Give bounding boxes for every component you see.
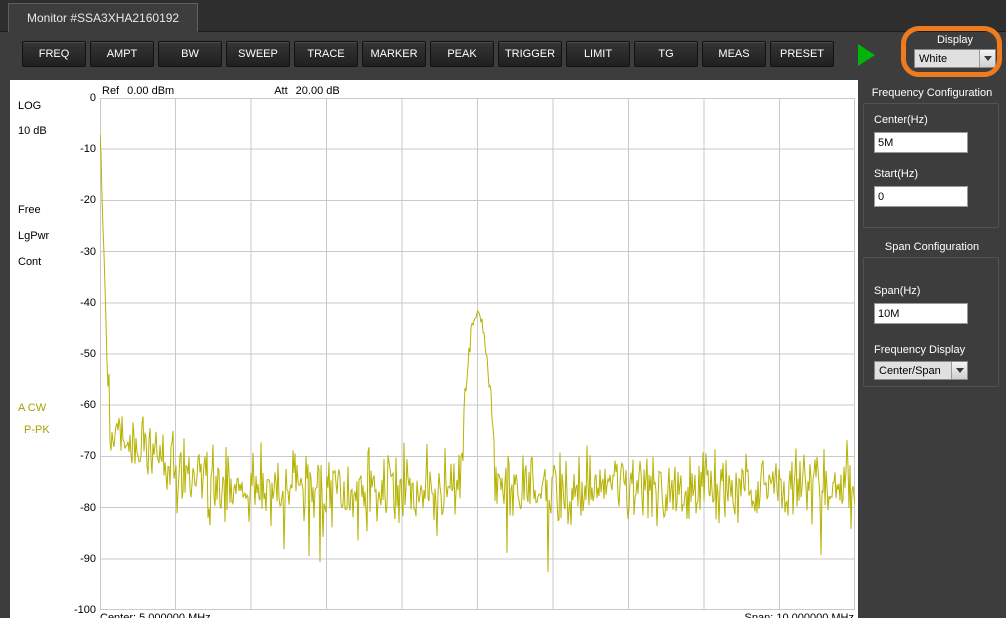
window-tab-title: Monitor #SSA3XHA2160192	[27, 11, 180, 25]
y-axis-tick-label: -60	[80, 399, 96, 412]
toolbar-button-tg[interactable]: TG	[634, 41, 698, 67]
frequency-display-label: Frequency Display	[874, 344, 966, 356]
center-frequency-label: Center(Hz)	[874, 114, 928, 126]
run-button[interactable]	[858, 43, 882, 67]
toolbar-button-limit[interactable]: LIMIT	[566, 41, 630, 67]
y-axis-tick-label: 0	[89, 92, 96, 104]
play-icon	[858, 44, 875, 66]
toolbar-button-peak[interactable]: PEAK	[430, 41, 494, 67]
start-frequency-input[interactable]	[874, 186, 968, 207]
span-group-box: Span(Hz) Frequency Display Center/Span	[863, 257, 999, 387]
y-axis-tick-label: -50	[80, 348, 96, 360]
y-axis-tick-label: -10	[80, 143, 96, 156]
display-select[interactable]: White	[914, 49, 996, 68]
graticule-grid	[100, 98, 855, 610]
y-axis-tick-label: -20	[80, 194, 96, 207]
toolbar-button-trigger[interactable]: TRIGGER	[498, 41, 562, 67]
toolbar-button-sweep[interactable]: SWEEP	[226, 41, 290, 67]
chevron-down-icon[interactable]	[951, 362, 967, 379]
toolbar: FREQ AMPT BW SWEEP TRACE MARKER PEAK TRIGGER LIM…	[0, 32, 1006, 80]
toolbar-button-preset[interactable]: PRESET	[770, 41, 834, 67]
toolbar-button-trace[interactable]: TRACE	[294, 41, 358, 67]
y-axis-tick-label: -40	[80, 296, 96, 309]
detector-p-pk-label: P-PK	[24, 424, 50, 436]
app-window: Monitor #SSA3XHA2160192 FREQ AMPT BW SWEEP T…	[0, 0, 1006, 618]
scale-per-div-label: 10 dB	[18, 125, 47, 137]
frequency-display-value: Center/Span	[879, 364, 941, 377]
window-tab[interactable]: Monitor #SSA3XHA2160192	[8, 3, 199, 32]
toolbar-button-meas[interactable]: MEAS	[702, 41, 766, 67]
y-axis-tick-label: -100	[73, 604, 96, 616]
start-frequency-label: Start(Hz)	[874, 168, 918, 180]
y-axis-tick-label: -90	[80, 552, 96, 565]
sweep-cont-label: Cont	[18, 256, 42, 268]
frequency-group-box: Center(Hz) Start(Hz)	[863, 103, 999, 228]
y-axis-tick-label: -30	[80, 245, 96, 258]
spectrum-display: LOG 10 dB Free LgPwr Cont A CW P-PK Ref …	[10, 80, 858, 618]
preamp-lgpwr-label: LgPwr	[18, 230, 50, 242]
toolbar-button-ampt[interactable]: AMPT	[90, 41, 154, 67]
y-axis-tick-label: -80	[80, 501, 96, 514]
toolbar-button-freq[interactable]: FREQ	[22, 41, 86, 67]
control-panel: Frequency Configuration Center(Hz) Start…	[858, 80, 1006, 618]
center-frequency-readout: Center: 5.000000 MHz	[100, 612, 211, 618]
reference-attenuation-readout: Ref 0.00 dBm Att 20.00 dB	[102, 85, 340, 97]
chevron-down-icon[interactable]	[979, 50, 995, 67]
toolbar-button-marker[interactable]: MARKER	[362, 41, 426, 67]
att-label: Att	[274, 85, 288, 97]
span-label: Span(Hz)	[874, 285, 921, 297]
center-frequency-input[interactable]	[874, 132, 968, 153]
ref-value: 0.00 dBm	[127, 85, 175, 97]
span-section-title: Span Configuration	[884, 241, 980, 253]
ref-label: Ref	[102, 85, 120, 97]
toolbar-button-row: FREQ AMPT BW SWEEP TRACE MARKER PEAK TRIGGER LIM…	[22, 41, 834, 67]
toolbar-button-bw[interactable]: BW	[158, 41, 222, 67]
span-input[interactable]	[874, 303, 968, 324]
trigger-free-label: Free	[18, 204, 41, 216]
tab-bar: Monitor #SSA3XHA2160192	[0, 0, 1006, 32]
spectrum-plot	[100, 98, 855, 610]
frequency-display-select[interactable]: Center/Span	[874, 361, 968, 380]
display-select-value: White	[919, 52, 948, 65]
display-control: Display White	[914, 34, 996, 68]
att-value: 20.00 dB	[295, 85, 340, 97]
y-axis-tick-label: -70	[80, 450, 96, 463]
amplitude-scale-type-label: LOG	[18, 100, 42, 112]
trace-a-cw-label: A CW	[18, 402, 47, 414]
frequency-section-title: Frequency Configuration	[871, 87, 993, 99]
span-readout: Span: 10.000000 MHz	[744, 612, 854, 618]
display-label: Display	[936, 34, 974, 46]
